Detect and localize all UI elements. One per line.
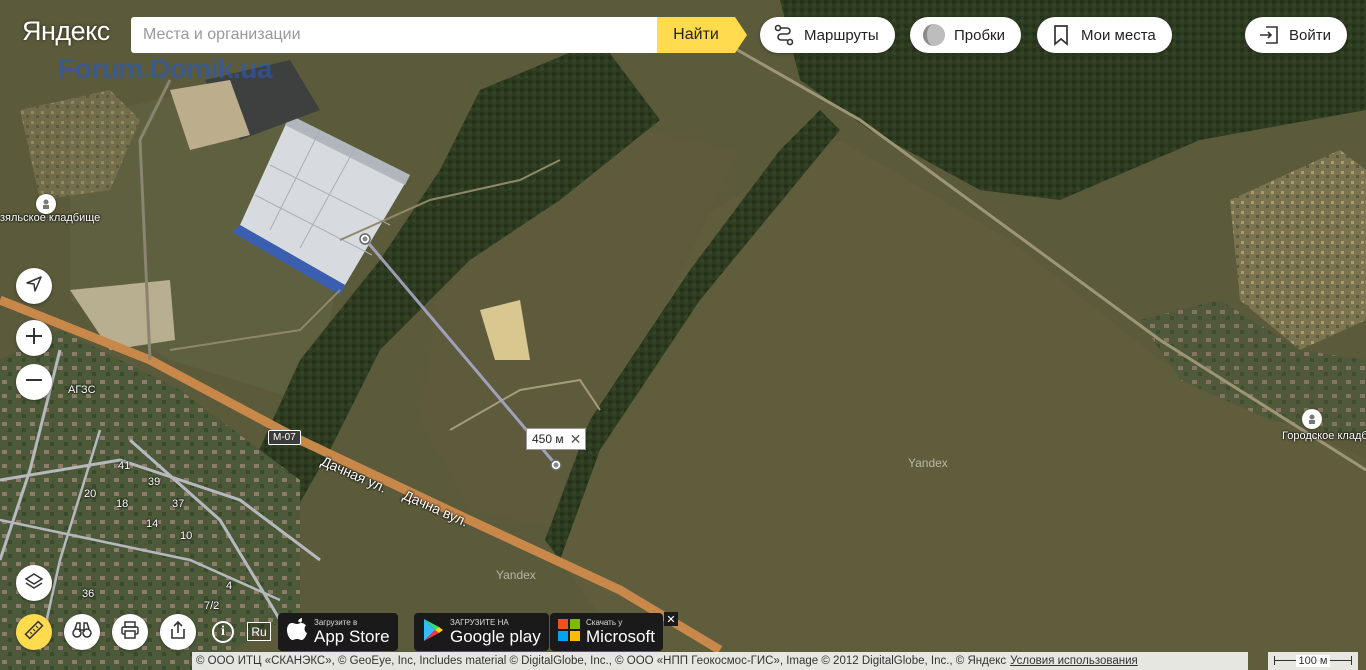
share-icon xyxy=(169,620,187,645)
satellite-imagery xyxy=(0,0,1366,670)
house-number: 10 xyxy=(180,530,193,542)
login-button[interactable]: Войти xyxy=(1245,17,1347,53)
ruler-button[interactable] xyxy=(16,614,52,650)
cemetery-poi-icon[interactable] xyxy=(36,194,56,214)
app-store-badge[interactable]: Загрузите в App Store xyxy=(278,613,398,651)
house-number: 36 xyxy=(82,588,95,600)
google-play-icon xyxy=(422,618,444,647)
apple-icon xyxy=(286,617,308,647)
find-button[interactable]: Найти xyxy=(657,17,735,53)
map-scale: 100 м xyxy=(1268,652,1358,670)
routes-button[interactable]: Маршруты xyxy=(760,17,895,53)
google-play-small: ЗАГРУЗИТЕ НА xyxy=(450,618,509,627)
ruler-icon xyxy=(24,619,44,645)
traffic-button[interactable]: Пробки xyxy=(910,17,1021,53)
microsoft-big: Microsoft xyxy=(586,627,655,646)
print-button[interactable] xyxy=(112,614,148,650)
house-number: 4 xyxy=(226,580,233,592)
yandex-map-watermark: Yandex xyxy=(908,456,948,470)
bookmark-icon xyxy=(1049,23,1073,47)
search-box xyxy=(131,17,658,53)
plus-icon xyxy=(24,326,44,351)
microsoft-icon xyxy=(558,618,580,646)
info-icon[interactable]: i xyxy=(212,621,234,643)
binoculars-icon xyxy=(71,620,93,645)
locate-button[interactable] xyxy=(16,268,52,304)
scale-label: 100 м xyxy=(1295,655,1331,667)
panorama-button[interactable] xyxy=(64,614,100,650)
language-switch[interactable]: Ru xyxy=(247,622,271,641)
forum-watermark: Forum.Domik.ua xyxy=(58,53,272,84)
minus-icon xyxy=(24,370,44,395)
cemetery-right-label: Городское кладбище xyxy=(1282,430,1366,442)
ruler-distance-value: 450 м xyxy=(532,432,564,446)
gas-station-label: АГЗС xyxy=(68,384,96,396)
google-play-big: Google play xyxy=(450,627,541,646)
find-button-arrow xyxy=(735,17,747,53)
cemetery-left-label: зяльское кладбище xyxy=(0,212,101,224)
share-button[interactable] xyxy=(160,614,196,650)
my-places-button[interactable]: Мои места xyxy=(1037,17,1172,53)
app-store-small: Загрузите в xyxy=(314,618,358,627)
routes-label: Маршруты xyxy=(804,26,879,44)
google-play-badge[interactable]: ЗАГРУЗИТЕ НА Google play xyxy=(414,613,549,651)
zoom-in-button[interactable] xyxy=(16,320,52,356)
traffic-label: Пробки xyxy=(954,26,1005,44)
copyright-text: © ООО ИТЦ «СКАНЭКС», © GeoEye, Inc, Incl… xyxy=(196,655,1007,667)
app-store-big: App Store xyxy=(314,627,390,646)
route-icon xyxy=(772,23,796,47)
house-number: 7/2 xyxy=(204,600,220,612)
my-places-label: Мои места xyxy=(1081,26,1156,44)
microsoft-badge[interactable]: Скачать у Microsoft xyxy=(550,613,663,651)
printer-icon xyxy=(120,620,140,645)
microsoft-small: Скачать у xyxy=(586,618,623,627)
layers-button[interactable] xyxy=(16,565,52,601)
house-number: 14 xyxy=(146,518,159,530)
house-number: 18 xyxy=(116,498,129,510)
cemetery-right-poi-icon[interactable] xyxy=(1302,409,1322,429)
satellite-map[interactable]: Forum.Domik.ua зяльское кладбище Городск… xyxy=(0,0,1366,670)
zoom-out-button[interactable] xyxy=(16,364,52,400)
traffic-light-icon xyxy=(922,23,946,47)
yandex-map-watermark-2: Yandex xyxy=(496,568,536,582)
house-number: 41 xyxy=(118,460,131,472)
road-shield-m07: М-07 xyxy=(268,430,301,445)
location-arrow-icon xyxy=(25,275,43,298)
copyright-strip: © ООО ИТЦ «СКАНЭКС», © GeoEye, Inc, Incl… xyxy=(192,652,1248,670)
login-label: Войти xyxy=(1289,26,1331,44)
yandex-logo[interactable]: Яндекс xyxy=(22,16,110,47)
terms-link[interactable]: Условия использования xyxy=(1010,655,1138,667)
search-input[interactable] xyxy=(131,17,658,53)
house-number: 39 xyxy=(148,476,161,488)
house-number: 37 xyxy=(172,498,185,510)
ruler-close-icon[interactable]: ✕ xyxy=(570,431,582,448)
badges-close-icon[interactable]: ✕ xyxy=(664,612,678,626)
layers-icon xyxy=(24,571,44,596)
login-arrow-icon xyxy=(1257,23,1281,47)
ruler-distance-box: 450 м ✕ xyxy=(526,428,587,450)
house-number: 20 xyxy=(84,488,97,500)
